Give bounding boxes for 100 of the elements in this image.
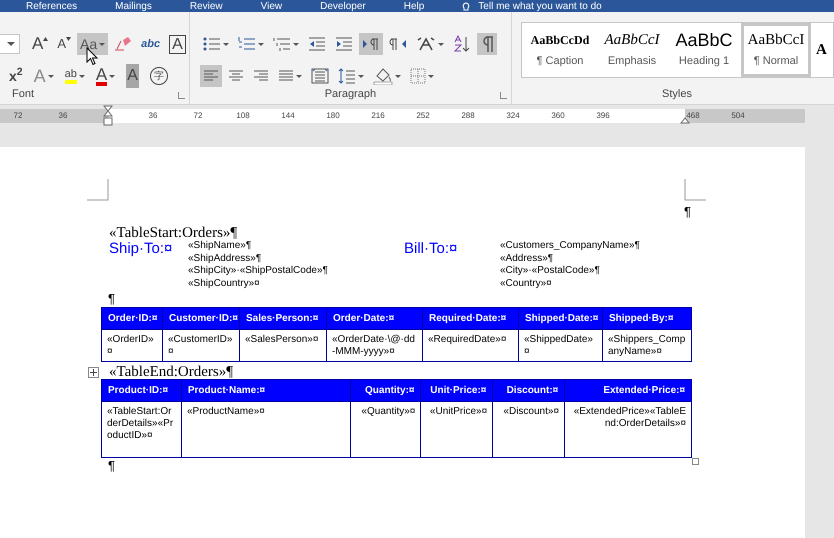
dialog-launcher-icon[interactable] [500,92,507,99]
ribbon-tab[interactable]: Review [190,1,223,12]
style-item[interactable]: AaBbC Heading 1 [669,23,739,77]
up-triangle-icon [43,37,48,41]
multilevel-list-icon [272,36,291,52]
table-cell: «ProductName»¤ [181,401,350,457]
font-size-field[interactable] [0,34,20,54]
address-label: Ship·To:¤ [109,241,172,257]
left-to-right-button[interactable] [358,33,383,55]
caret-icon [222,42,229,46]
superscript-button[interactable]: x$^{2}$ [6,65,26,87]
table-cell: «Quantity»¤ [350,401,420,457]
column-header: Sales·Person:¤ [239,308,326,329]
ruler-number: 216 [371,110,385,122]
move-handle-icon[interactable] [88,367,99,378]
decrease-indent-icon [308,36,326,52]
column-header: Product·Name:¤ [180,380,350,401]
grow-font-button[interactable]: A [29,33,52,55]
column-header: Order·Date:¤ [326,308,422,329]
merge-field-text: «ShipCountry»¤ [188,278,261,290]
highlight-button[interactable]: ab [62,65,88,87]
merge-field-text: «Customers_CompanyName»¶ [500,240,640,252]
distributed-icon [310,68,329,84]
style-item[interactable]: AaBbCcI ¶ Normal [741,23,811,77]
ruler-number: 72 [194,110,202,122]
ruler-number: 36 [58,110,68,122]
bullets-icon [202,36,221,52]
ruler-number: 144 [281,110,295,122]
ruler-number: 396 [596,110,610,122]
align-center-icon [228,69,244,83]
lightbulb-icon[interactable] [462,2,470,12]
ribbon-tab[interactable]: Mailings [115,1,152,12]
table-cell: «OrderDate·\@·dd-MMM-yyyy»¤ [326,329,422,361]
align-left-button[interactable] [200,65,222,87]
down-triangle-icon [66,37,72,41]
ruler-number: 108 [236,110,250,122]
caret-icon [99,42,106,46]
caret-icon [438,42,444,46]
eraser-icon [114,36,132,52]
caret-icon [7,42,15,46]
column-header: Order·ID:¤ [107,312,158,326]
column-header: Unit·Price:¤ [420,380,492,401]
ribbon-tab[interactable]: Developer [320,1,366,12]
numbering-icon [238,36,256,52]
corner-mark-icon [684,179,706,201]
table-cell: «ExtendedPrice»«TableEnd:OrderDetails»¤ [564,401,692,457]
column-header: Extended·Price:¤ [564,380,692,401]
sort-icon [452,35,471,53]
column-header: Quantity:¤ [350,380,420,401]
ribbon-tab[interactable]: References [26,1,78,12]
line-spacing-icon [338,68,356,84]
text-effects-button[interactable]: abc [138,33,164,55]
merge-field-text: «TableEnd:Orders»¶ [109,364,234,380]
pilcrow-mark: ¶ [108,292,115,306]
asian-layout-icon [416,36,436,52]
pilcrow-button[interactable] [476,33,497,55]
caret-icon [48,74,54,78]
caret-icon [296,74,302,78]
right-indent-marker-icon[interactable] [680,117,690,124]
table-cell: «Discount»¤ [492,401,564,457]
merge-field-text: «ShipAddress»¶ [188,252,262,265]
table-cell: «CustomerID»¤ [162,329,239,361]
style-item[interactable]: AaBbCcDd ¶ Caption [525,23,595,77]
merge-field-text: «ShipCity»·«ShipPostalCode»¶ [188,265,328,278]
ruler-number: 324 [506,110,520,122]
align-left-icon [202,69,219,83]
merge-field-text: «Country»¤ [500,278,553,290]
table-cell: «SalesPerson»¤ [239,329,326,361]
ruler-number: 504 [731,110,745,122]
pilcrow-mark: ¶ [108,459,115,473]
address-label: Bill·To:¤ [404,241,458,257]
corner-mark-icon [87,179,109,201]
group-label: Styles [662,86,692,102]
indent-marker-icon[interactable] [103,105,113,127]
character-border-button[interactable]: A [166,33,189,55]
style-item[interactable]: A [813,23,833,77]
merge-field-text: «TableStart:Orders»¶ [109,225,238,241]
dialog-launcher-icon[interactable] [178,92,185,99]
table-cell: «UnitPrice»¤ [420,401,492,457]
change-case-button[interactable]: Aa [77,33,108,55]
justify-icon [278,69,294,83]
tell-me-field[interactable]: Tell me what you want to do [478,1,602,12]
table-cell: «RequiredDate»¤ [422,329,518,361]
column-header: Product·ID:¤ [107,384,169,398]
shrink-font-button[interactable]: A [54,33,74,55]
group-label: Font [12,86,34,102]
ribbon-tab[interactable]: Help [404,1,424,12]
right-to-left-icon [388,36,407,52]
resize-handle-icon[interactable] [692,458,699,465]
style-item[interactable]: AaBbCcI Emphasis [597,23,667,77]
column-header: Shipped·By:¤ [602,308,691,329]
table-cell: «OrderID»¤ [102,329,162,361]
column-header: Customer·ID:¤ [162,308,239,329]
column-header: Discount:¤ [492,380,564,401]
merge-field-text: «ShipName»¶ [188,240,252,252]
ribbon-tab[interactable]: View [260,1,282,12]
table-cell: «Shippers_CompanyName»¤ [602,329,691,361]
pilcrow-mark: ¶ [684,205,691,219]
table-cell: «TableStart:OrderDetails»«ProductID»¤ [102,401,181,457]
table-cell: «ShippedDate»¤ [518,329,602,361]
